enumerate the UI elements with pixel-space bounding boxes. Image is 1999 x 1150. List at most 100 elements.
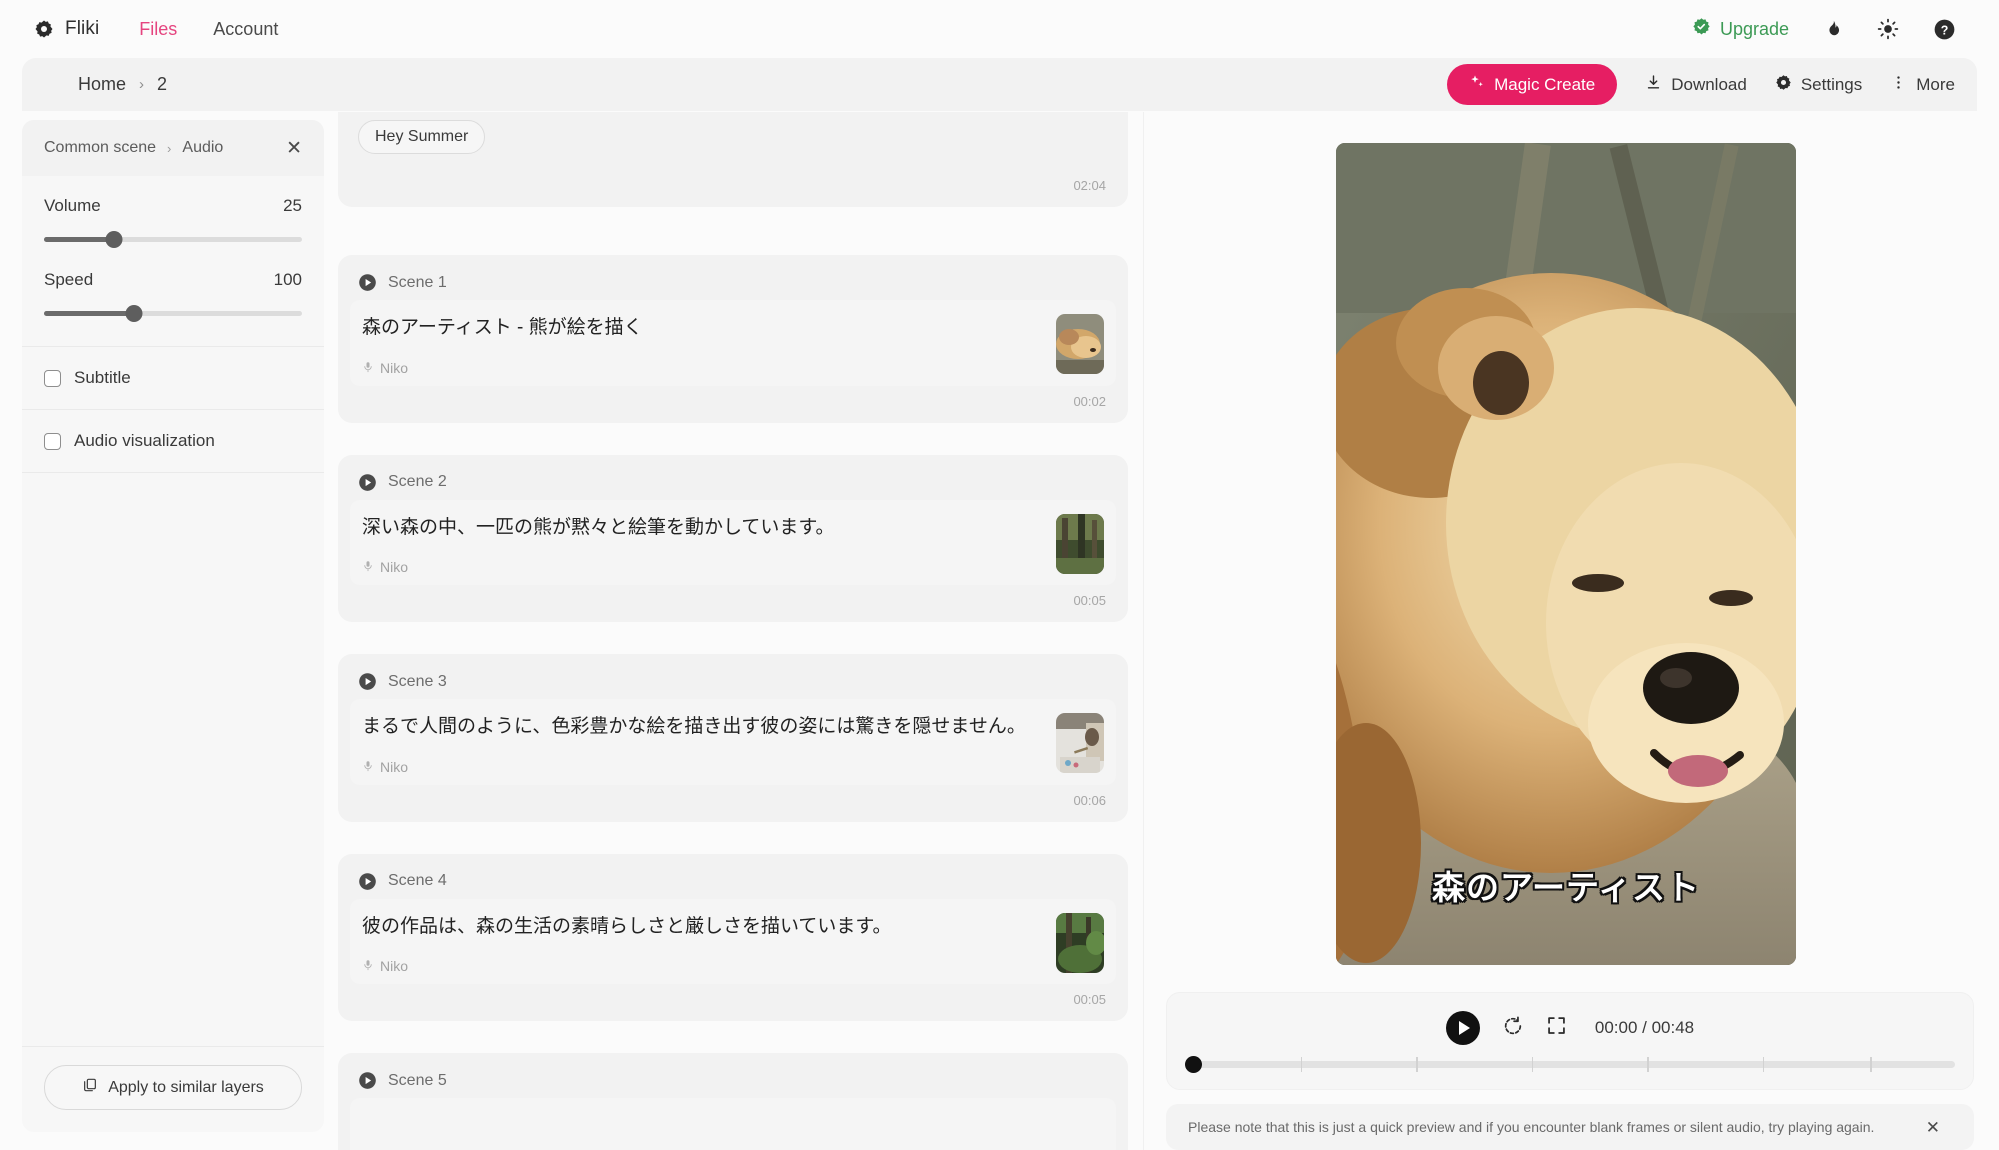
audio-track-chip[interactable]: Hey Summer [358, 120, 486, 154]
play-scene-icon[interactable] [358, 473, 377, 492]
column-divider [1143, 112, 1144, 1150]
scene-script[interactable]: 森のアーティスト - 熊が絵を描く [362, 314, 1042, 343]
panel-breadcrumb-scene[interactable]: Common scene [44, 139, 156, 157]
play-scene-icon[interactable] [358, 672, 377, 691]
download-label: Download [1671, 74, 1747, 94]
panel-footer: Apply to similar layers [22, 1046, 324, 1132]
audio-visualization-row[interactable]: Audio visualization [22, 410, 324, 473]
scene-header: Scene 5 [358, 1071, 1108, 1090]
gear-icon [1775, 74, 1792, 96]
audio-visualization-label: Audio visualization [74, 431, 215, 450]
breadcrumb: Home › 2 [44, 74, 167, 95]
upgrade-button[interactable]: Upgrade [1692, 17, 1789, 41]
volume-label: Volume [44, 196, 101, 215]
scene-header: Scene 2 [358, 473, 1108, 492]
sun-theme-icon[interactable] [1875, 16, 1901, 42]
video-player-frame[interactable]: 森のアーティスト [1336, 143, 1796, 965]
scene-voice[interactable]: Niko [362, 958, 1042, 974]
volume-value: 25 [283, 196, 302, 215]
breadcrumb-toolbar: Home › 2 Magic Create Download Settings [22, 58, 1977, 111]
nav-item-account[interactable]: Account [213, 19, 278, 40]
subtitle-label: Subtitle [74, 368, 131, 387]
panel-breadcrumb-audio[interactable]: Audio [182, 139, 223, 157]
speed-slider-thumb[interactable] [125, 305, 143, 322]
more-button[interactable]: More [1890, 74, 1955, 96]
scene-label: Scene 5 [388, 1071, 447, 1089]
volume-slider-thumb[interactable] [105, 231, 123, 248]
help-circle-icon[interactable]: ? [1931, 16, 1957, 42]
scene-voice[interactable]: Niko [362, 559, 1042, 575]
download-button[interactable]: Download [1645, 74, 1747, 96]
brand-name: Fliki [65, 18, 100, 39]
speed-label: Speed [44, 270, 94, 289]
audio-track-card[interactable]: Hey Summer 02:04 [338, 112, 1128, 207]
scene-card[interactable]: Scene 4 彼の作品は、森の生活の素晴らしさと厳しさを描いています。 Nik… [338, 853, 1128, 1021]
scene-list[interactable]: Hey Summer 02:04 Scene 1 森のアーティスト - 熊が絵を… [338, 112, 1128, 1150]
scene-duration: 00:05 [1073, 992, 1106, 1007]
scene-duration: 00:06 [1073, 792, 1106, 808]
audio-visualization-checkbox[interactable] [44, 432, 61, 450]
more-label: More [1916, 74, 1955, 94]
sparkle-icon [1469, 74, 1485, 95]
subtitle-checkbox[interactable] [44, 369, 61, 387]
play-scene-icon[interactable] [358, 872, 377, 891]
playback-buttons: 00:00 / 00:48 [1167, 993, 1973, 1045]
audio-sliders-section: Volume 25 Speed 100 [22, 176, 324, 347]
scene-script[interactable]: 深い森の中、一匹の熊が黙々と絵筆を動かしています。 [362, 514, 1042, 543]
play-scene-icon[interactable] [358, 273, 377, 292]
scene-thumbnail[interactable] [1056, 912, 1104, 973]
scene-thumbnail[interactable] [1056, 314, 1104, 374]
settings-label: Settings [1800, 74, 1863, 94]
scene-body: 森のアーティスト - 熊が絵を描く Niko [350, 300, 1116, 386]
scene-card[interactable]: Scene 5 [338, 1053, 1128, 1150]
nav-item-files[interactable]: Files [139, 19, 177, 40]
scene-card[interactable]: Scene 2 深い森の中、一匹の熊が黙々と絵筆を動かしています。 Niko 0… [338, 454, 1128, 622]
fullscreen-icon[interactable] [1546, 1015, 1567, 1041]
scene-voice[interactable]: Niko [362, 360, 1042, 376]
timeline-scene-tick [1870, 1057, 1872, 1072]
scene-label: Scene 3 [388, 672, 447, 690]
chevron-right-icon: › [167, 140, 172, 156]
scene-text: 彼の作品は、森の生活の素晴らしさと厳しさを描いています。 Niko [362, 913, 1042, 975]
scene-body [350, 1098, 1116, 1150]
speed-slider[interactable] [44, 304, 302, 322]
replay-icon[interactable] [1502, 1015, 1524, 1042]
breadcrumb-item-home[interactable]: Home [78, 74, 126, 95]
play-triangle-icon [1458, 1021, 1470, 1035]
scene-voice[interactable]: Niko [362, 759, 1042, 775]
playback-timeline[interactable] [1185, 1056, 1955, 1073]
chevron-right-icon: › [139, 76, 145, 93]
scene-card[interactable]: Scene 3 まるで人間のように、色彩豊かな絵を描き出す彼の姿には驚きを隠せま… [338, 654, 1128, 822]
preview-notice-text: Please note that this is just a quick pr… [1188, 1119, 1875, 1135]
scene-text: 森のアーティスト - 熊が絵を描く Niko [362, 314, 1042, 376]
timeline-scene-tick [1762, 1057, 1764, 1072]
scene-header: Scene 3 [358, 672, 1108, 691]
scene-script[interactable]: まるで人間のように、色彩豊かな絵を描き出す彼の姿には驚きを隠せません。 [362, 713, 1042, 742]
download-icon [1645, 74, 1662, 96]
timeline-scene-tick [1647, 1057, 1649, 1072]
play-scene-icon[interactable] [358, 1071, 377, 1090]
volume-slider[interactable] [44, 230, 302, 248]
play-button[interactable] [1445, 1011, 1480, 1045]
scene-body: まるで人間のように、色彩豊かな絵を描き出す彼の姿には驚きを隠せません。 Niko [350, 699, 1116, 785]
scene-thumbnail[interactable] [1056, 513, 1104, 574]
top-navigation-bar: Fliki Files Account Upgrade ? [0, 0, 1999, 58]
scene-script[interactable]: 彼の作品は、森の生活の素晴らしさと厳しさを描いています。 [362, 913, 1042, 942]
gear-icon [34, 19, 54, 39]
scene-label: Scene 1 [388, 273, 447, 291]
apply-to-similar-layers-button[interactable]: Apply to similar layers [44, 1065, 302, 1110]
scene-card[interactable]: Scene 1 森のアーティスト - 熊が絵を描く Niko 00:02 [338, 255, 1128, 423]
scene-voice-name: Niko [380, 359, 409, 376]
magic-create-button[interactable]: Magic Create [1447, 64, 1618, 105]
scene-thumbnail[interactable] [1056, 713, 1104, 773]
timeline-playhead[interactable] [1185, 1056, 1202, 1073]
flame-icon[interactable] [1819, 16, 1845, 42]
microphone-icon [362, 559, 374, 575]
subtitle-row[interactable]: Subtitle [22, 347, 324, 410]
apply-label: Apply to similar layers [108, 1078, 264, 1096]
brand[interactable]: Fliki [34, 18, 99, 40]
settings-button[interactable]: Settings [1775, 74, 1862, 96]
breadcrumb-item-current[interactable]: 2 [157, 74, 167, 95]
close-icon[interactable]: ✕ [286, 139, 302, 158]
close-icon[interactable]: ✕ [1926, 1119, 1952, 1136]
